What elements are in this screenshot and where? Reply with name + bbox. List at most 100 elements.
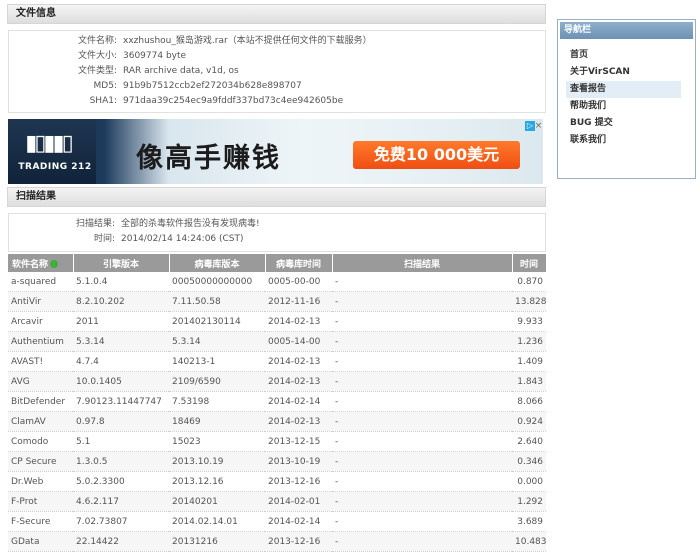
scan-summary-value: 2014/02/14 14:24:06 (CST) <box>121 234 244 244</box>
column-header: 扫描结果 <box>332 254 513 272</box>
scan-time-cell: 0.346 <box>512 451 546 472</box>
engine-version-cell: 22.14422 <box>73 531 169 552</box>
db-date-cell: 2013-12-15 <box>265 431 332 452</box>
engine-name-cell: Arcavir <box>8 311 73 332</box>
db-version-cell: 2013.12.16 <box>169 471 265 492</box>
table-row: Dr.Web 5.0.2.3300 2013.12.16 2013-12-16-0.0… <box>8 471 546 492</box>
db-date-cell: 0005-00-00 <box>265 272 332 292</box>
nav-item-3[interactable]: 帮助我们 <box>566 98 681 115</box>
table-row: GData 22.14422 20131216 2013-12-16-10.483 <box>8 531 546 552</box>
file-info-row: 文件大小: 3609774 byte <box>9 49 545 64</box>
file-info-value: RAR archive data, v1d, os <box>123 66 239 76</box>
file-info-row: MD5: 91b9b7512ccb2ef272034b628e898707 <box>9 79 545 94</box>
scan-results-header: 扫描结果 <box>7 187 546 207</box>
engine-version-cell: 7.90123.11447747 <box>73 391 169 412</box>
scan-time-cell: 1.236 <box>512 331 546 352</box>
scan-result-cell: - <box>332 451 512 472</box>
nav-list: 首页 关于VirSCAN 查看报告 帮助我们 BUG 提交 联系我们 <box>566 47 695 149</box>
db-version-cell: 5.3.14 <box>169 331 265 352</box>
db-version-cell: 7.53198 <box>169 391 265 412</box>
scan-result-cell: - <box>332 331 512 352</box>
scan-summary-box: 扫描结果: 全部的杀毒软件报告没有发现病毒! 时间: 2014/02/14 14:24… <box>8 213 546 252</box>
db-version-cell: 18469 <box>169 411 265 432</box>
table-row: AVG 10.0.1405 2109/6590 2014-02-13-1.843 <box>8 371 546 392</box>
scan-time-cell: 1.292 <box>512 491 546 512</box>
scan-result-cell: - <box>332 411 512 432</box>
db-date-cell: 2014-02-13 <box>265 311 332 332</box>
table-row: ClamAV 0.97.8 18469 2014-02-13-0.924 <box>8 411 546 432</box>
db-version-cell: 7.11.50.58 <box>169 291 265 312</box>
results-table: 软件名称 引擎版本 病毒库版本 病毒库时间 扫描结果 时间 a-squared 5… <box>8 254 547 552</box>
column-header[interactable]: 软件名称 <box>8 254 74 272</box>
city-skyline-icon: ▮▯▮▮▯ <box>25 131 74 156</box>
file-info-value: xxzhushou_猴岛游戏.rar（本站不提供任何文件的下载服务） <box>123 36 372 46</box>
file-info-label: SHA1: <box>89 96 117 106</box>
table-row: AVAST! 4.7.4 140213-1 2014-02-13-1.409 <box>8 351 546 372</box>
db-date-cell: 2014-02-14 <box>265 511 332 532</box>
scan-result-cell: - <box>332 471 512 492</box>
scan-time-cell: 9.933 <box>512 311 546 332</box>
db-version-cell: 2014.02.14.01 <box>169 511 265 532</box>
engine-name-cell: Comodo <box>8 431 73 452</box>
scan-time-cell: 13.828 <box>512 291 546 312</box>
scan-result-cell: - <box>332 351 512 372</box>
scan-result-cell: - <box>332 531 512 552</box>
nav-sidebar: 导航栏 首页 关于VirSCAN 查看报告 帮助我们 BUG 提交 联系我们 <box>557 19 696 179</box>
close-icon[interactable]: × <box>534 121 543 131</box>
scan-time-cell: 0.870 <box>512 272 546 292</box>
engine-name-cell: CP Secure <box>8 451 73 472</box>
table-row: a-squared 5.1.0.4 00050000000000 0005-00-00… <box>8 272 546 292</box>
db-date-cell: 0005-14-00 <box>265 331 332 352</box>
db-date-cell: 2014-02-13 <box>265 371 332 392</box>
scan-result-cell: - <box>332 491 512 512</box>
db-date-cell: 2013-12-16 <box>265 471 332 492</box>
db-version-cell: 201402130114 <box>169 311 265 332</box>
scan-time-cell: 3.689 <box>512 511 546 532</box>
file-info-box: 文件名称: xxzhushou_猴岛游戏.rar（本站不提供任何文件的下载服务） 文… <box>8 30 546 113</box>
table-row: Authentium 5.3.14 5.3.14 0005-14-00-1.236 <box>8 331 546 352</box>
scan-result-cell: - <box>332 311 512 332</box>
engine-name-cell: a-squared <box>8 272 73 292</box>
table-row: F-Prot 4.6.2.117 20140201 2014-02-01-1.292 <box>8 491 546 512</box>
engine-version-cell: 4.7.4 <box>73 351 169 372</box>
results-header-row: 软件名称 引擎版本 病毒库版本 病毒库时间 扫描结果 时间 <box>8 254 547 272</box>
db-version-cell: 20131216 <box>169 531 265 552</box>
ad-brand: TRADING 212 <box>18 162 92 172</box>
table-row: Comodo 5.1 15023 2013-12-15-2.640 <box>8 431 546 452</box>
scan-summary-row: 时间: 2014/02/14 14:24:06 (CST) <box>9 232 545 247</box>
scan-summary-value: 全部的杀毒软件报告没有发现病毒! <box>121 219 260 229</box>
engine-name-cell: F-Prot <box>8 491 73 512</box>
engine-version-cell: 5.1 <box>73 431 169 452</box>
file-info-row: SHA1: 971daa39c254ec9a9fddf337bd73c4ee942… <box>9 94 545 109</box>
engine-name-cell: Dr.Web <box>8 471 73 492</box>
main-content: 文件信息 文件名称: xxzhushou_猴岛游戏.rar（本站不提供任何文件的下… <box>7 4 547 552</box>
engine-name-cell: ClamAV <box>8 411 73 432</box>
db-date-cell: 2013-10-19 <box>265 451 332 472</box>
scan-result-cell: - <box>332 371 512 392</box>
file-info-row: 文件类型: RAR archive data, v1d, os <box>9 64 545 79</box>
nav-item-4[interactable]: BUG 提交 <box>566 115 681 132</box>
column-header: 病毒库版本 <box>169 254 266 272</box>
nav-title: 导航栏 <box>560 22 693 39</box>
engine-version-cell: 1.3.0.5 <box>73 451 169 472</box>
ad-cta-button[interactable]: 免费10 000美元 <box>353 141 520 169</box>
db-date-cell: 2014-02-13 <box>265 351 332 372</box>
file-info-header: 文件信息 <box>7 4 546 24</box>
file-info-value: 3609774 byte <box>123 51 187 61</box>
file-info-label: 文件类型: <box>77 66 117 76</box>
scan-result-cell: - <box>332 391 512 412</box>
engine-version-cell: 5.3.14 <box>73 331 169 352</box>
engine-version-cell: 5.1.0.4 <box>73 272 169 292</box>
nav-item-5[interactable]: 联系我们 <box>566 132 681 149</box>
nav-item-0[interactable]: 首页 <box>566 47 681 64</box>
nav-item-1[interactable]: 关于VirSCAN <box>566 64 681 81</box>
file-info-value: 91b9b7512ccb2ef272034b628e898707 <box>123 81 302 91</box>
scan-time-cell: 0.924 <box>512 411 546 432</box>
scan-summary-row: 扫描结果: 全部的杀毒软件报告没有发现病毒! <box>9 217 545 232</box>
file-info-label: 文件名称: <box>77 36 117 46</box>
ad-logo-block: ▮▯▮▮▯ TRADING 212 <box>8 119 96 184</box>
ad-banner[interactable]: ▮▯▮▮▯ TRADING 212 像高手赚钱 免费10 000美元 ▷ × <box>8 119 543 184</box>
column-header: 病毒库时间 <box>265 254 333 272</box>
nav-item-2[interactable]: 查看报告 <box>566 81 681 98</box>
engine-version-cell: 10.0.1405 <box>73 371 169 392</box>
